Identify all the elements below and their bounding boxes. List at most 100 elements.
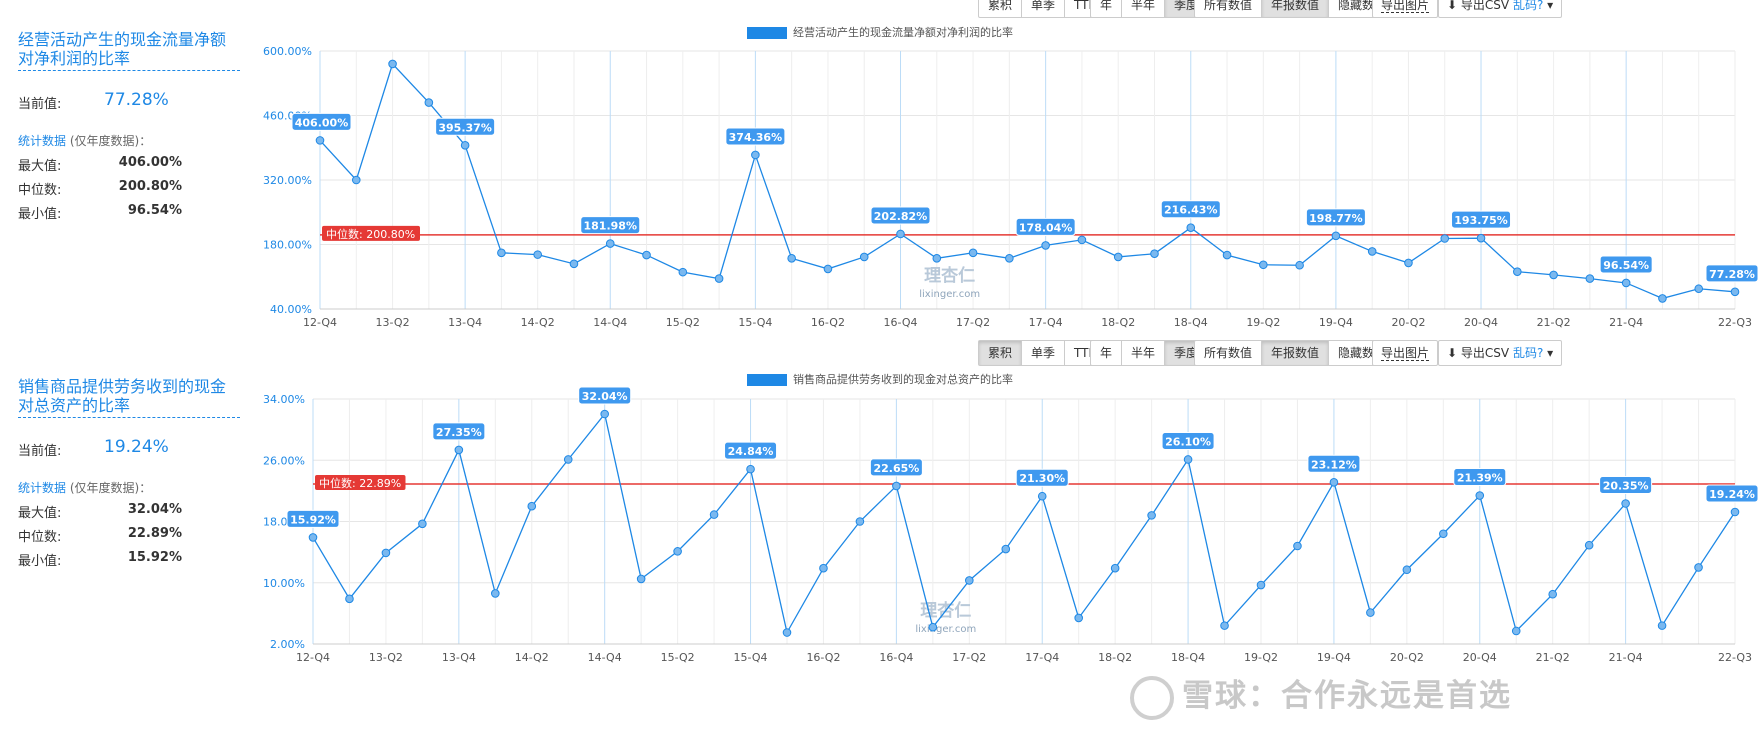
y-tick-label: 26.00% [263, 454, 305, 467]
data-point [673, 547, 682, 556]
data-point [1074, 613, 1083, 623]
x-tick-label: 22-Q3 [1718, 316, 1752, 329]
x-tick-label: 16-Q4 [879, 651, 913, 664]
data-point [460, 140, 470, 150]
data-point [1110, 563, 1120, 573]
data-point [345, 594, 354, 604]
data-point [1222, 250, 1232, 260]
x-tick-label: 15-Q2 [661, 651, 695, 664]
data-point [1511, 626, 1521, 636]
xueqiu-watermark: 雪球：合作永远是首选 [1130, 670, 1512, 720]
data-label: 96.54% [1599, 255, 1653, 274]
data-point [855, 517, 865, 526]
data-point [892, 481, 901, 491]
data-label: 27.35% [432, 422, 486, 441]
data-point [381, 548, 391, 558]
site-watermark-cn: 理杏仁 [924, 265, 975, 286]
median-label: 中位数: 22.89% [315, 475, 406, 491]
data-point [1113, 252, 1123, 262]
data-point [1041, 241, 1050, 250]
x-tick-label: 20-Q2 [1391, 316, 1425, 329]
data-point [1259, 260, 1268, 270]
data-point [1329, 478, 1339, 487]
line-chart: 2.00%10.00%18.00%26.00%34.00%12-Q4 13-Q2 1… [263, 386, 1759, 664]
x-tick-label: 20-Q4 [1463, 651, 1497, 664]
x-tick-label: 21-Q2 [1536, 651, 1570, 664]
data-label: 23.12% [1307, 454, 1361, 473]
data-label: 406.00% [291, 112, 352, 131]
data-point [1256, 580, 1266, 590]
data-label: 198.77% [1305, 208, 1366, 227]
x-tick-label: 18-Q4 [1171, 651, 1205, 664]
x-tick-label: 21-Q4 [1609, 651, 1643, 664]
data-point [1549, 270, 1558, 280]
data-point [418, 519, 427, 529]
data-point [497, 248, 506, 258]
data-point [1730, 287, 1740, 297]
data-point [859, 252, 869, 262]
data-label-text: 216.43% [1164, 204, 1217, 217]
data-label: 21.39% [1453, 468, 1507, 487]
data-point [782, 628, 792, 637]
x-tick-label: 19-Q4 [1319, 316, 1353, 329]
data-point [315, 136, 325, 145]
x-tick-label: 14-Q4 [593, 316, 627, 329]
x-tick-label: 17-Q2 [956, 316, 990, 329]
x-tick-label: 17-Q4 [1029, 316, 1063, 329]
data-point [636, 574, 646, 584]
data-label-text: 193.75% [1454, 214, 1507, 227]
data-label-text: 96.54% [1603, 259, 1649, 272]
data-point [491, 589, 500, 598]
data-point [533, 250, 542, 259]
data-point [1439, 529, 1448, 539]
data-label: 202.82% [870, 206, 931, 225]
x-tick-label: 15-Q4 [738, 316, 772, 329]
data-label: 395.37% [435, 117, 496, 136]
data-point [1293, 541, 1302, 551]
data-label: 24.84% [724, 441, 778, 460]
data-label-text: 77.28% [1709, 268, 1755, 281]
y-tick-label: 34.00% [263, 393, 305, 406]
data-label: 19.24% [1705, 484, 1759, 503]
data-point [351, 175, 361, 185]
x-tick-label: 13-Q4 [448, 316, 482, 329]
data-label-text: 19.24% [1709, 488, 1755, 501]
data-point [1005, 254, 1014, 263]
data-label: 77.28% [1705, 264, 1759, 283]
x-tick-label: 15-Q4 [734, 651, 768, 664]
data-point [1513, 267, 1522, 276]
data-point [1694, 284, 1704, 294]
data-label-text: 15.92% [290, 513, 336, 526]
data-label: 216.43% [1160, 200, 1221, 219]
data-label: 26.10% [1161, 431, 1215, 450]
xueqiu-logo-icon [1130, 675, 1174, 720]
y-tick-label: 40.00% [270, 303, 312, 316]
data-point [1694, 563, 1703, 572]
x-tick-label: 18-Q2 [1098, 651, 1132, 664]
data-label: 15.92% [286, 509, 340, 528]
x-tick-label: 14-Q4 [588, 651, 622, 664]
data-point [1440, 234, 1450, 243]
data-point [600, 409, 609, 419]
x-tick-label: 13-Q2 [376, 316, 410, 329]
data-label: 178.04% [1015, 217, 1076, 236]
data-label-text: 24.84% [728, 445, 774, 458]
data-label-text: 20.35% [1603, 480, 1649, 493]
data-point [1404, 258, 1413, 268]
x-tick-label: 19-Q2 [1246, 316, 1280, 329]
data-point [454, 445, 464, 455]
data-point [787, 254, 796, 263]
data-point [1475, 491, 1485, 500]
data-point [1295, 260, 1304, 270]
data-point [1657, 621, 1667, 630]
data-label-text: 181.98% [584, 220, 637, 233]
x-tick-label: 22-Q3 [1718, 651, 1752, 664]
data-point [896, 229, 905, 239]
x-tick-label: 14-Q2 [515, 651, 549, 664]
data-point [642, 250, 651, 260]
x-tick-label: 18-Q2 [1101, 316, 1135, 329]
x-tick-label: 19-Q2 [1244, 651, 1278, 664]
xueqiu-watermark-text: 雪球：合作永远是首选 [1182, 678, 1512, 714]
data-point [1476, 233, 1486, 243]
site-watermark-en: lixinger.com [919, 289, 980, 300]
